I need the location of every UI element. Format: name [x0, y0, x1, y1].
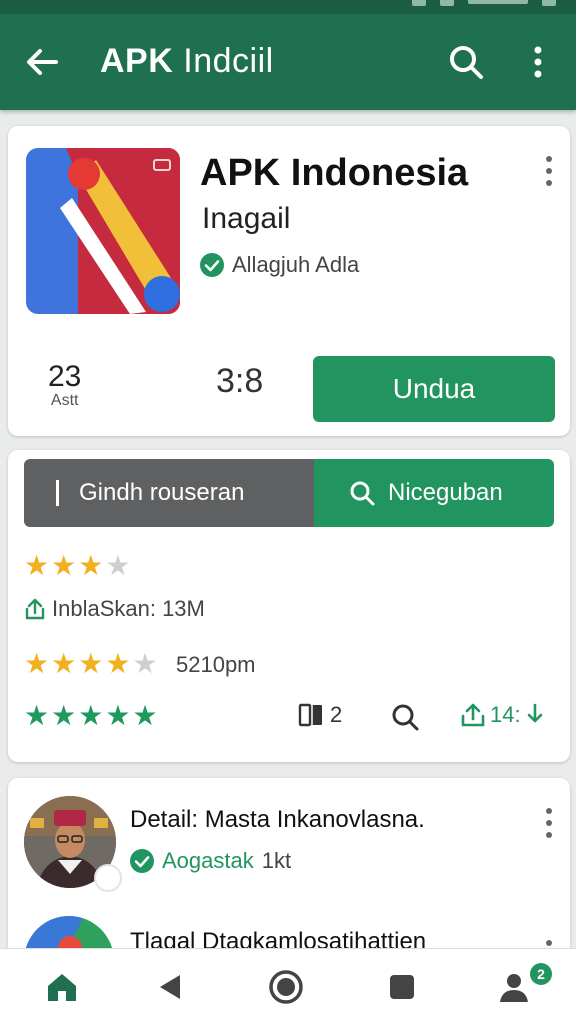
search-icon[interactable] — [390, 702, 420, 732]
verified-check-icon — [200, 253, 224, 277]
download-icon — [527, 703, 542, 723]
star-icon: ★ — [105, 700, 131, 731]
star-icon: ★ — [78, 648, 104, 679]
rating-stars-row-2: ★ ★ ★ ★ ★ — [24, 650, 158, 678]
app-logo-icon — [26, 148, 180, 314]
profile-icon — [500, 974, 528, 1002]
nav-home[interactable] — [42, 967, 82, 1007]
star-icon: ★ — [24, 700, 50, 731]
installs-row: InblaSkan: 13M — [24, 596, 205, 622]
installs-text: InblaSkan: 13M — [52, 596, 205, 621]
star-icon: ★ — [24, 648, 50, 679]
share-icon — [461, 703, 485, 727]
app-header-card: APK Indonesia Inagail Allagjuh Adla 23 A… — [8, 126, 570, 436]
search-input[interactable]: Gindh rouseran — [24, 459, 314, 527]
star-icon: ★ — [51, 700, 77, 731]
title-bold: APK — [100, 42, 174, 80]
wifi-icon — [412, 0, 426, 6]
install-button[interactable]: Undua — [313, 356, 555, 422]
review-menu-icon[interactable] — [544, 806, 554, 840]
back-arrow-icon[interactable] — [22, 42, 62, 82]
stat-downloads: 23 Astt — [48, 362, 81, 410]
title-rest: Indciil — [183, 42, 274, 80]
home-icon — [48, 974, 76, 1001]
compare-action[interactable]: 2 — [298, 702, 342, 728]
star-icon: ★ — [132, 700, 158, 731]
stat-version: 3:8 — [216, 362, 264, 400]
search-button-label: Niceguban — [388, 479, 503, 506]
review-title: Detail: Masta Inkanovlasna. — [130, 806, 425, 833]
star-empty-icon: ★ — [132, 648, 158, 679]
share-upload-icon — [25, 598, 45, 620]
review-verified-extra: 1kt — [261, 848, 292, 873]
overflow-menu-icon[interactable] — [528, 42, 548, 82]
home-circle-icon — [269, 970, 303, 1004]
star-icon: ★ — [78, 550, 104, 581]
back-triangle-icon — [160, 975, 180, 999]
signal-icon — [440, 0, 454, 6]
share-action[interactable]: 14: — [460, 702, 545, 728]
notification-badge: 2 — [530, 963, 552, 985]
review-verified-label: Aogastak — [162, 848, 254, 873]
search-icon — [350, 481, 375, 506]
status-bar — [0, 0, 576, 14]
recents-square-icon — [390, 975, 414, 999]
nav-home-circle[interactable] — [266, 967, 306, 1007]
ratings-card: Gindh rouseran Niceguban ★ ★ ★ ★ InblaSk… — [8, 450, 570, 762]
avatar-badge — [94, 864, 122, 892]
stat-value: 23 — [48, 360, 82, 393]
app-bar: APK Indciil — [0, 14, 576, 110]
stat-label: Astt — [50, 392, 79, 409]
developer-name: Allagjuh Adla — [232, 252, 360, 277]
star-icon: ★ — [51, 550, 77, 581]
carrier-indicator — [468, 0, 528, 4]
developer-row: Allagjuh Adla — [200, 252, 359, 278]
page-title: APK Indciil — [100, 42, 274, 81]
text-cursor — [56, 480, 59, 506]
star-empty-icon: ★ — [105, 550, 131, 581]
star-icon: ★ — [78, 700, 104, 731]
share-count: 14: — [490, 702, 521, 727]
star-icon: ★ — [24, 550, 50, 581]
verified-check-icon — [130, 849, 154, 873]
rating-stars-row-3: ★ ★ ★ ★ ★ — [24, 702, 158, 730]
search-button[interactable]: Niceguban — [314, 459, 554, 527]
battery-icon — [542, 0, 556, 6]
nav-profile[interactable] — [494, 967, 534, 1007]
nav-recents[interactable] — [382, 967, 422, 1007]
search-icon[interactable] — [446, 42, 486, 82]
search-text: Gindh rouseran — [79, 479, 245, 506]
rating-stars-row-1: ★ ★ ★ ★ — [24, 552, 130, 580]
compare-icon — [298, 703, 322, 727]
app-name: APK Indonesia — [200, 152, 469, 194]
review-verified-row: Aogastak 1kt — [130, 848, 291, 874]
nav-back[interactable] — [150, 967, 190, 1007]
bottom-navigation: 2 — [0, 948, 576, 1024]
rating-time-text: 5210pm — [176, 652, 256, 677]
app-subtitle: Inagail — [202, 202, 291, 235]
star-icon: ★ — [51, 648, 77, 679]
card-menu-icon[interactable] — [544, 154, 554, 188]
star-icon: ★ — [105, 648, 131, 679]
compare-count: 2 — [330, 702, 343, 727]
